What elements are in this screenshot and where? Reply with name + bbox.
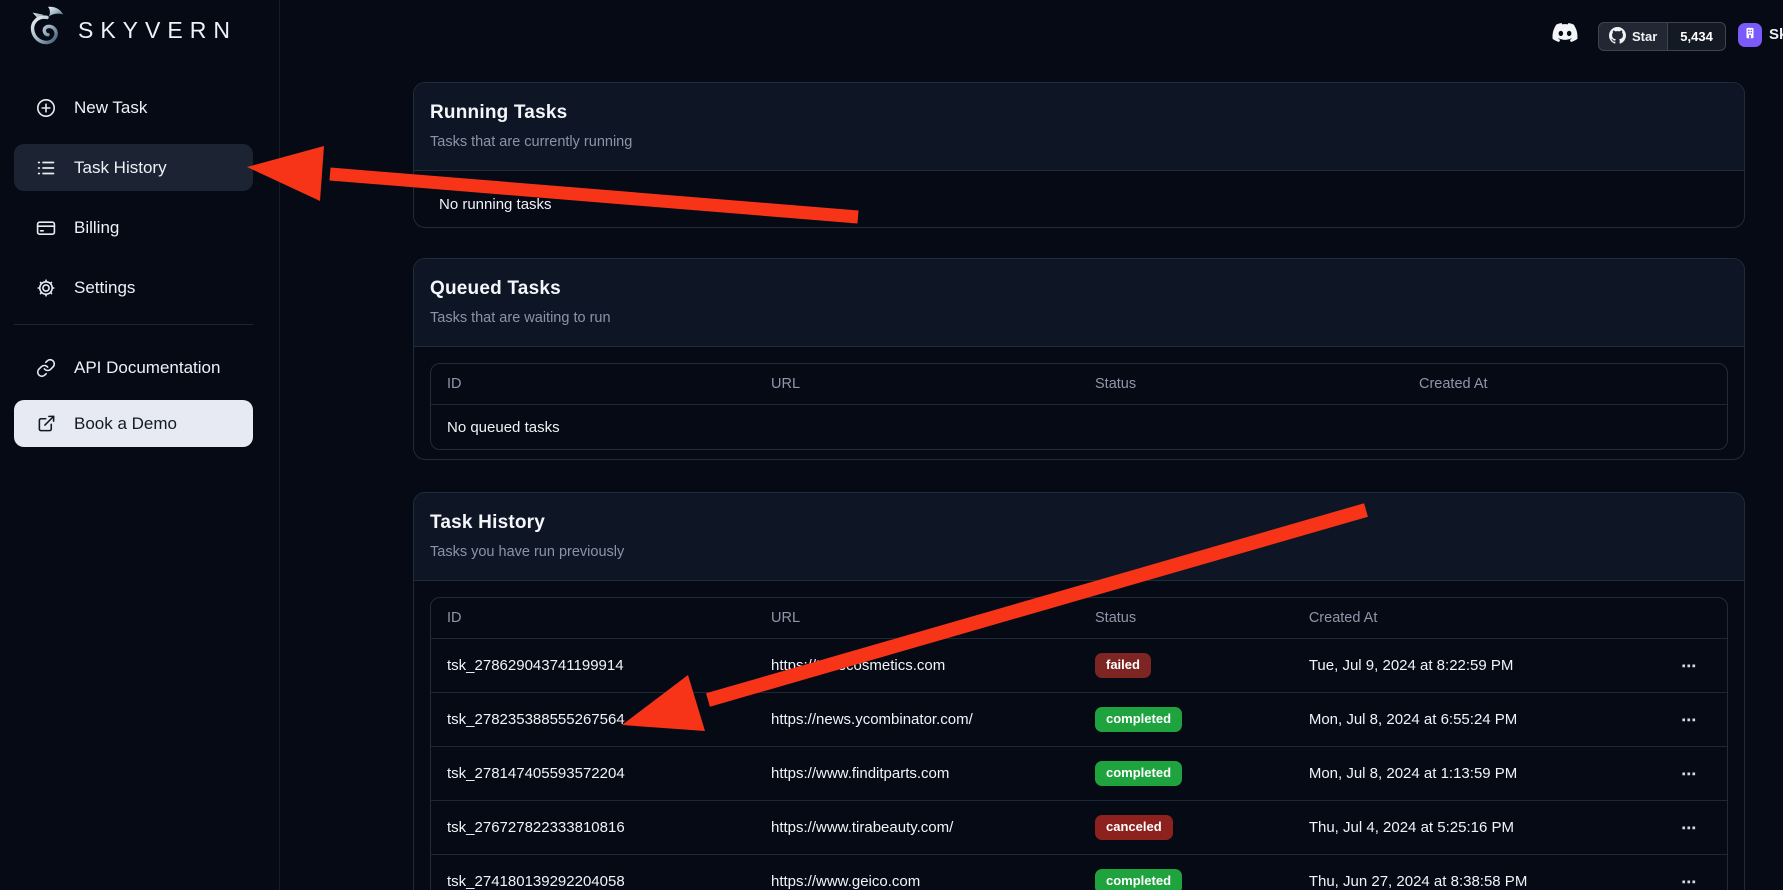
task-row[interactable]: tsk_278235388555267564 https://news.ycom… — [431, 693, 1727, 747]
running-tasks-title: Running Tasks — [430, 102, 1728, 124]
column-header-created-at: Created At — [1403, 376, 1727, 392]
column-header-status: Status — [1079, 610, 1293, 626]
task-id: tsk_274180139292204058 — [431, 873, 755, 890]
list-icon — [36, 158, 56, 178]
sidebar-item-api-documentation[interactable]: API Documentation — [14, 344, 253, 391]
task-row[interactable]: tsk_274180139292204058 https://www.geico… — [431, 855, 1727, 890]
gear-icon — [36, 278, 56, 298]
sidebar-item-label: New Task — [74, 98, 147, 118]
task-created-at: Tue, Jul 9, 2024 at 8:22:59 PM — [1293, 657, 1636, 674]
github-star-button[interactable]: Star — [1599, 23, 1667, 50]
brand-name: SKYVERN — [78, 17, 237, 44]
sidebar-item-billing[interactable]: Billing — [14, 204, 253, 251]
task-id: tsk_278629043741199914 — [431, 657, 755, 674]
running-tasks-empty-message: No running tasks — [414, 171, 1744, 228]
skyvern-app: SKYVERN New Task Task History — [0, 0, 1783, 890]
sidebar-item-new-task[interactable]: New Task — [14, 84, 253, 131]
discord-icon[interactable] — [1550, 20, 1580, 50]
queued-tasks-card: Queued Tasks Tasks that are waiting to r… — [413, 258, 1745, 460]
sidebar-divider — [14, 324, 253, 325]
task-created-at: Mon, Jul 8, 2024 at 6:55:24 PM — [1293, 711, 1636, 728]
organization-building-icon — [1743, 26, 1757, 45]
queued-tasks-header: Queued Tasks Tasks that are waiting to r… — [414, 259, 1744, 347]
column-header-url: URL — [755, 610, 1079, 626]
column-header-created-at: Created At — [1293, 610, 1636, 626]
column-header-status: Status — [1079, 376, 1403, 392]
column-header-url: URL — [755, 376, 1079, 392]
task-history-subtitle: Tasks you have run previously — [430, 544, 1728, 560]
queued-tasks-table: ID URL Status Created At No queued tasks — [430, 363, 1728, 450]
book-a-demo-label: Book a Demo — [74, 414, 177, 434]
task-row[interactable]: tsk_276727822333810816 https://www.tirab… — [431, 801, 1727, 855]
link-icon — [36, 358, 56, 378]
column-header-id: ID — [431, 376, 755, 392]
task-url: https://news.ycombinator.com/ — [755, 711, 1079, 728]
row-actions-menu-icon[interactable]: ⋯ — [1636, 711, 1727, 729]
github-star-label: Star — [1632, 29, 1657, 44]
column-header-id: ID — [431, 610, 755, 626]
task-history-card: Task History Tasks you have run previous… — [413, 492, 1745, 890]
task-url: https://www.geico.com — [755, 873, 1079, 890]
task-url: https://tartecosmetics.com — [755, 657, 1079, 674]
task-row[interactable]: tsk_278629043741199914 https://tartecosm… — [431, 639, 1727, 693]
row-actions-menu-icon[interactable]: ⋯ — [1636, 657, 1727, 675]
skyvern-logo[interactable]: SKYVERN — [24, 5, 237, 56]
sidebar: SKYVERN New Task Task History — [0, 0, 280, 890]
sidebar-nav: New Task Task History — [14, 84, 253, 460]
task-id: tsk_278147405593572204 — [431, 765, 755, 782]
status-badge: failed — [1095, 653, 1151, 677]
task-history-header: Task History Tasks you have run previous… — [414, 493, 1744, 581]
queued-tasks-table-header: ID URL Status Created At — [431, 364, 1727, 405]
task-history-table-header: ID URL Status Created At — [431, 598, 1727, 639]
github-star-widget: Star 5,434 — [1598, 22, 1726, 51]
sidebar-item-label: Task History — [74, 158, 167, 178]
sidebar-item-task-history[interactable]: Task History — [14, 144, 253, 191]
sidebar-item-label: Billing — [74, 218, 119, 238]
running-tasks-card: Running Tasks Tasks that are currently r… — [413, 82, 1745, 228]
credit-card-icon — [36, 218, 56, 238]
account-name-partial[interactable]: Sk — [1769, 26, 1783, 43]
status-badge: completed — [1095, 707, 1182, 731]
running-tasks-header: Running Tasks Tasks that are currently r… — [414, 83, 1744, 171]
task-history-title: Task History — [430, 512, 1728, 534]
dragon-logo-icon — [24, 5, 70, 56]
task-history-table: ID URL Status Created At tsk_27862904374… — [430, 597, 1728, 890]
status-badge: completed — [1095, 761, 1182, 785]
task-row[interactable]: tsk_278147405593572204 https://www.findi… — [431, 747, 1727, 801]
sidebar-item-settings[interactable]: Settings — [14, 264, 253, 311]
running-tasks-subtitle: Tasks that are currently running — [430, 134, 1728, 150]
queued-tasks-title: Queued Tasks — [430, 278, 1728, 300]
row-actions-menu-icon[interactable]: ⋯ — [1636, 765, 1727, 783]
task-created-at: Thu, Jul 4, 2024 at 5:25:16 PM — [1293, 819, 1636, 836]
status-badge: completed — [1095, 869, 1182, 890]
row-actions-menu-icon[interactable]: ⋯ — [1636, 873, 1727, 890]
status-badge: canceled — [1095, 815, 1173, 839]
queued-tasks-empty-message: No queued tasks — [431, 405, 1727, 449]
github-star-count[interactable]: 5,434 — [1667, 23, 1725, 50]
github-logo-icon — [1609, 27, 1626, 47]
plus-circle-icon — [36, 98, 56, 118]
queued-tasks-subtitle: Tasks that are waiting to run — [430, 310, 1728, 326]
task-id: tsk_276727822333810816 — [431, 819, 755, 836]
external-link-icon — [36, 414, 56, 433]
book-a-demo-button[interactable]: Book a Demo — [14, 400, 253, 447]
task-created-at: Thu, Jun 27, 2024 at 8:38:58 PM — [1293, 873, 1636, 890]
task-url: https://www.finditparts.com — [755, 765, 1079, 782]
task-created-at: Mon, Jul 8, 2024 at 1:13:59 PM — [1293, 765, 1636, 782]
sidebar-item-label: Settings — [74, 278, 135, 298]
row-actions-menu-icon[interactable]: ⋯ — [1636, 819, 1727, 837]
task-id: tsk_278235388555267564 — [431, 711, 755, 728]
sidebar-item-label: API Documentation — [74, 358, 220, 378]
account-avatar[interactable] — [1738, 23, 1762, 47]
task-url: https://www.tirabeauty.com/ — [755, 819, 1079, 836]
